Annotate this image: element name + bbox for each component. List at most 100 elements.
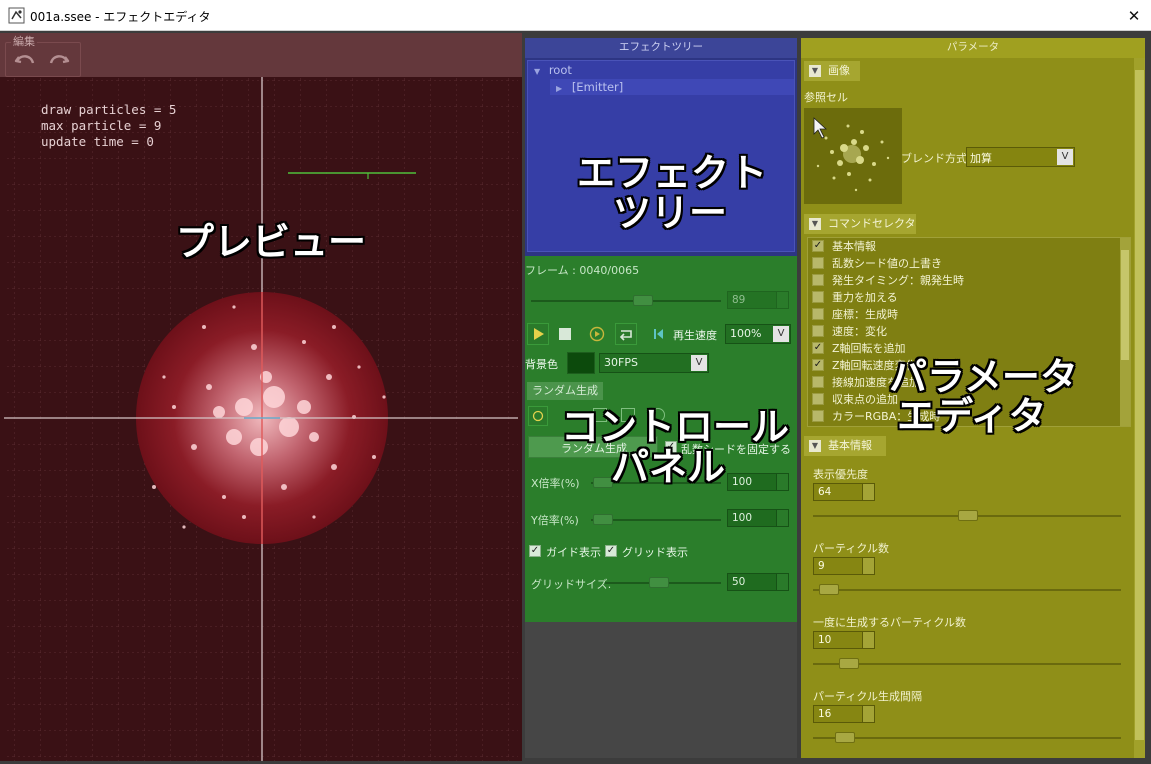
parameter-scrollbar[interactable] (1134, 58, 1145, 758)
command-checkbox[interactable] (812, 257, 824, 269)
chevron-down-icon: V (773, 326, 789, 342)
tree-node-emitter[interactable]: ▶ [Emitter] (550, 79, 794, 95)
particles-per-spawn-slider-track[interactable] (813, 663, 1121, 665)
chevron-down-icon: V (691, 355, 707, 371)
stat-draw-particles: draw particles = 5 (41, 102, 177, 117)
loop-button[interactable] (615, 323, 637, 345)
control-overlay-label-2: パネル (611, 445, 726, 489)
command-checkbox[interactable]: ✓ (812, 359, 824, 371)
cursor-icon (813, 117, 828, 139)
command-checkbox[interactable]: ✓ (812, 342, 824, 354)
play-step-button[interactable] (589, 326, 605, 345)
background-color-swatch[interactable] (567, 352, 595, 374)
command-item[interactable]: 乱数シード値の上書き (812, 255, 942, 272)
guide-checkbox[interactable]: ✓ (529, 545, 541, 557)
undo-icon[interactable] (13, 51, 37, 71)
y-scale-spinbox[interactable]: 100 (727, 509, 789, 527)
play-step-icon (589, 326, 605, 342)
random-tab[interactable]: ランダム生成 (527, 382, 603, 400)
command-item[interactable]: ✓ 基本情報 (812, 238, 876, 255)
stat-max-particle: max particle = 9 (41, 118, 162, 133)
edit-group: 編集 (5, 35, 81, 77)
command-checkbox[interactable] (812, 308, 824, 320)
command-selector-header[interactable]: ▼コマンドセレクター (804, 214, 916, 250)
grid-size-spinbox[interactable]: 50 (727, 573, 789, 591)
command-checkbox[interactable] (812, 376, 824, 388)
x-scale-slider-thumb[interactable] (593, 477, 613, 488)
spawn-interval-slider-track[interactable] (813, 737, 1121, 739)
command-item[interactable]: 速度：変化 (812, 323, 887, 340)
expand-right-icon[interactable]: ▶ (556, 84, 562, 93)
tree-overlay-label-1: エフェクト (577, 151, 768, 195)
x-scale-label: X倍率(%) (531, 477, 580, 490)
image-section-header[interactable]: ▼ 画像 (804, 61, 860, 81)
control-overlay-label-1: コントロール (561, 405, 790, 449)
control-panel-empty-area (525, 622, 797, 758)
particles-per-spawn-slider-thumb[interactable] (839, 658, 859, 669)
play-icon (534, 328, 544, 340)
command-item[interactable]: 収束点の追加 (812, 391, 898, 408)
grid-size-label: グリッドサイズ: (531, 578, 612, 591)
particle-count-slider-thumb[interactable] (819, 584, 839, 595)
command-checkbox[interactable] (812, 410, 824, 422)
display-priority-slider-thumb[interactable] (958, 510, 978, 521)
title-bar: 001a.ssee - エフェクトエディタ ✕ (0, 0, 1151, 31)
parameter-overlay-label-2: エディタ (897, 394, 1047, 438)
play-button[interactable] (527, 323, 549, 345)
collapse-icon: ▼ (809, 218, 821, 230)
particles-per-spawn-label: 一度に生成するパーティクル数 (813, 616, 967, 629)
random-shape-circle-button[interactable] (528, 406, 548, 426)
frame-slider-thumb[interactable] (633, 295, 653, 306)
x-scale-spinbox[interactable]: 100 (727, 473, 789, 491)
rewind-button[interactable] (653, 328, 665, 343)
particle-texture-image (813, 117, 890, 192)
grid-size-slider-thumb[interactable] (649, 577, 669, 588)
control-panel: フレーム : 0040/0065 89 再生速度 100% V 背景色 30FPS… (525, 256, 797, 622)
command-list-scrollbar[interactable] (1120, 238, 1130, 426)
preview-canvas[interactable]: draw particles = 5 max particle = 9 upda… (4, 77, 518, 761)
command-checkbox[interactable] (812, 274, 824, 286)
basic-info-header[interactable]: ▼ 基本情報 (804, 436, 886, 456)
command-checkbox[interactable] (812, 393, 824, 405)
frame-slider-track[interactable] (531, 300, 721, 302)
display-priority-spinbox[interactable]: 64 (813, 483, 875, 501)
playback-speed-select[interactable]: 100% V (725, 324, 791, 344)
particle-count-spinbox[interactable]: 9 (813, 557, 875, 575)
parameter-panel: パラメータ ▼画像 参照セル ブレンド方式 加算 V ▼コマンドセレクター ✓基… (801, 38, 1145, 758)
playback-speed-label: 再生速度 (673, 329, 717, 342)
particle-count-slider-track[interactable] (813, 589, 1121, 591)
parameter-scrollbar-thumb[interactable] (1135, 70, 1144, 740)
close-button[interactable]: ✕ (1117, 0, 1151, 31)
expand-down-icon[interactable]: ▼ (534, 67, 540, 76)
command-checkbox[interactable]: ✓ (812, 240, 824, 252)
y-scale-slider-thumb[interactable] (593, 514, 613, 525)
loop-icon (619, 330, 632, 341)
command-item[interactable]: 座標：生成時 (812, 306, 898, 323)
parameter-header: パラメータ (801, 38, 1145, 58)
display-priority-label: 表示優先度 (813, 468, 868, 481)
redo-icon[interactable] (47, 51, 71, 71)
command-checkbox[interactable] (812, 325, 824, 337)
grid-checkbox[interactable]: ✓ (605, 545, 617, 557)
particles-per-spawn-spinbox[interactable]: 10 (813, 631, 875, 649)
spawn-interval-slider-thumb[interactable] (835, 732, 855, 743)
spawn-interval-spinbox[interactable]: 16 (813, 705, 875, 723)
stop-button[interactable] (559, 328, 571, 340)
collapse-icon: ▼ (809, 440, 821, 452)
app-icon (8, 7, 25, 24)
blend-mode-label: ブレンド方式 (901, 152, 967, 165)
tree-overlay-label-2: ツリー (613, 191, 728, 235)
fps-select[interactable]: 30FPS V (599, 353, 709, 373)
command-item[interactable]: 発生タイミング：親発生時 (812, 272, 964, 289)
command-item[interactable]: 重力を加える (812, 289, 898, 306)
tree-node-root[interactable]: ▼ root (534, 62, 572, 78)
grid-label: グリッド表示 (622, 546, 688, 559)
command-checkbox[interactable] (812, 291, 824, 303)
preview-scene (4, 77, 518, 761)
reference-cell-thumbnail[interactable] (804, 108, 902, 204)
window-title: 001a.ssee - エフェクトエディタ (30, 10, 211, 24)
tree-node-label: [Emitter] (571, 80, 624, 94)
command-list-scrollbar-thumb[interactable] (1121, 250, 1129, 360)
frame-spinbox[interactable]: 89 (727, 291, 789, 309)
blend-mode-select[interactable]: 加算 V (966, 147, 1075, 167)
